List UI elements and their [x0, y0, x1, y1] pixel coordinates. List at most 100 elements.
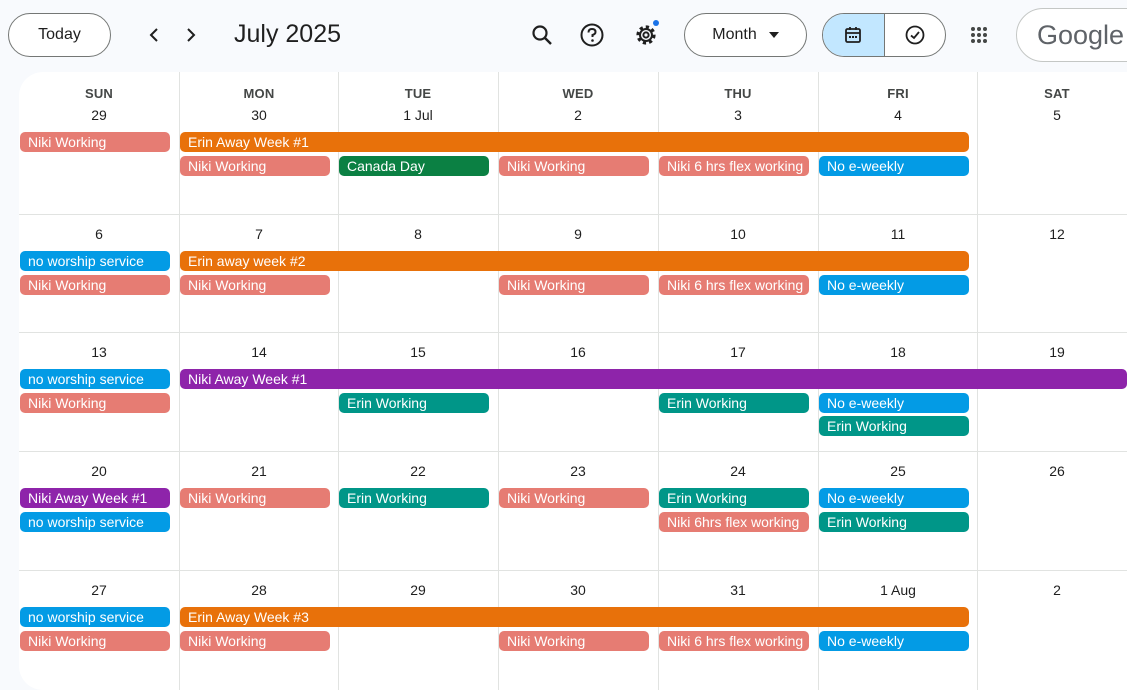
row-divider	[19, 214, 1127, 215]
day-number[interactable]: 24	[658, 463, 818, 479]
event-chip[interactable]: Niki 6 hrs flex working	[659, 274, 809, 295]
event-chip[interactable]: Erin Working	[819, 511, 969, 532]
chevron-right-icon[interactable]	[176, 20, 206, 50]
event-chip[interactable]: Niki Working	[180, 630, 330, 651]
chevron-left-icon[interactable]	[139, 20, 169, 50]
day-number[interactable]: 19	[977, 344, 1127, 360]
today-button[interactable]: Today	[8, 13, 111, 57]
day-number[interactable]: 2	[977, 582, 1127, 598]
event-chip[interactable]: No e-weekly	[819, 155, 969, 176]
event-chip[interactable]: Erin Working	[339, 392, 489, 413]
event-chip[interactable]: Niki Working	[499, 274, 649, 295]
event-chip[interactable]: Erin Working	[819, 416, 969, 436]
google-account-button[interactable]: Google	[1016, 8, 1127, 62]
event-chip[interactable]: Niki 6hrs flex working	[659, 511, 809, 532]
weekday-header-tue: TUE	[404, 86, 432, 101]
event-chip[interactable]: Niki Working	[499, 155, 649, 176]
event-chip[interactable]: No e-weekly	[819, 392, 969, 413]
calendar-tasks-toggle	[822, 13, 946, 57]
day-number[interactable]: 26	[977, 463, 1127, 479]
day-number[interactable]: 10	[658, 226, 818, 242]
day-number[interactable]: 30	[179, 107, 339, 123]
day-number[interactable]: 23	[498, 463, 658, 479]
weekday-header-fri: FRI	[887, 86, 909, 101]
help-icon[interactable]	[575, 18, 609, 52]
day-number[interactable]: 29	[338, 582, 498, 598]
row-divider	[19, 570, 1127, 571]
apps-grid-icon[interactable]	[962, 18, 996, 52]
day-number[interactable]: 8	[338, 226, 498, 242]
event-chip[interactable]: Erin Away Week #1	[180, 132, 969, 152]
event-chip[interactable]: Niki Working	[180, 274, 330, 295]
event-chip[interactable]: Erin Working	[659, 392, 809, 413]
event-chip[interactable]: Niki Working	[20, 630, 170, 651]
day-number[interactable]: 11	[818, 226, 978, 242]
search-icon[interactable]	[525, 18, 559, 52]
day-number[interactable]: 9	[498, 226, 658, 242]
gear-icon[interactable]	[629, 18, 663, 52]
event-chip[interactable]: no worship service	[20, 511, 170, 532]
weekday-header-thu: THU	[724, 86, 752, 101]
day-number[interactable]: 22	[338, 463, 498, 479]
day-number[interactable]: 14	[179, 344, 339, 360]
day-number[interactable]: 18	[818, 344, 978, 360]
day-number[interactable]: 16	[498, 344, 658, 360]
weekday-header-wed: WED	[562, 86, 594, 101]
calendar-icon	[845, 27, 862, 43]
event-chip[interactable]: No e-weekly	[819, 630, 969, 651]
page-title: July 2025	[234, 20, 342, 48]
day-number[interactable]: 7	[179, 226, 339, 242]
day-number[interactable]: 20	[19, 463, 179, 479]
event-chip[interactable]: No e-weekly	[819, 488, 969, 508]
view-switcher-dropdown[interactable]: Month	[684, 13, 807, 57]
day-number[interactable]: 6	[19, 226, 179, 242]
day-number[interactable]: 2	[498, 107, 658, 123]
calendar-view-button[interactable]	[823, 14, 885, 56]
day-number[interactable]: 31	[658, 582, 818, 598]
day-number[interactable]: 30	[498, 582, 658, 598]
day-number[interactable]: 1 Aug	[818, 582, 978, 598]
event-chip[interactable]: no worship service	[20, 607, 170, 627]
top-app-bar: Today July 2025 Month Google	[0, 0, 1127, 72]
event-chip[interactable]: Niki 6 hrs flex working	[659, 630, 809, 651]
day-number[interactable]: 28	[179, 582, 339, 598]
notification-dot	[653, 20, 659, 26]
event-chip[interactable]: Canada Day	[339, 155, 489, 176]
day-number[interactable]: 21	[179, 463, 339, 479]
day-number[interactable]: 15	[338, 344, 498, 360]
day-number[interactable]: 27	[19, 582, 179, 598]
tasks-view-button[interactable]	[885, 14, 946, 56]
day-number[interactable]: 29	[19, 107, 179, 123]
event-chip[interactable]: no worship service	[20, 251, 170, 271]
event-chip[interactable]: No e-weekly	[819, 274, 969, 295]
event-chip[interactable]: Niki Working	[20, 274, 170, 295]
event-chip[interactable]: Erin Working	[659, 488, 809, 508]
day-number[interactable]: 25	[818, 463, 978, 479]
event-chip[interactable]: Niki Working	[499, 488, 649, 508]
view-switcher-label: Month	[712, 26, 757, 43]
google-wordmark: Google	[1037, 19, 1125, 50]
event-chip[interactable]: Niki 6 hrs flex working	[659, 155, 809, 176]
event-chip[interactable]: Erin Away Week #3	[180, 607, 969, 627]
event-chip[interactable]: Niki Working	[499, 630, 649, 651]
day-number[interactable]: 17	[658, 344, 818, 360]
event-chip[interactable]: Niki Working	[180, 488, 330, 508]
day-number[interactable]: 3	[658, 107, 818, 123]
day-number[interactable]: 1 Jul	[338, 107, 498, 123]
check-circle-icon	[905, 25, 925, 45]
caret-down-icon	[768, 32, 779, 38]
weekday-header-sun: SUN	[84, 86, 114, 101]
row-divider	[19, 332, 1127, 333]
event-chip[interactable]: Niki Away Week #1	[180, 369, 1127, 389]
day-number[interactable]: 4	[818, 107, 978, 123]
event-chip[interactable]: no worship service	[20, 369, 170, 389]
event-chip[interactable]: Niki Working	[180, 155, 330, 176]
day-number[interactable]: 13	[19, 344, 179, 360]
event-chip[interactable]: Erin Working	[339, 488, 489, 508]
day-number[interactable]: 5	[977, 107, 1127, 123]
event-chip[interactable]: Niki Away Week #1	[20, 488, 170, 508]
day-number[interactable]: 12	[977, 226, 1127, 242]
event-chip[interactable]: Niki Working	[20, 392, 170, 413]
event-chip[interactable]: Erin away week #2	[180, 251, 969, 271]
event-chip[interactable]: Niki Working	[20, 132, 170, 152]
